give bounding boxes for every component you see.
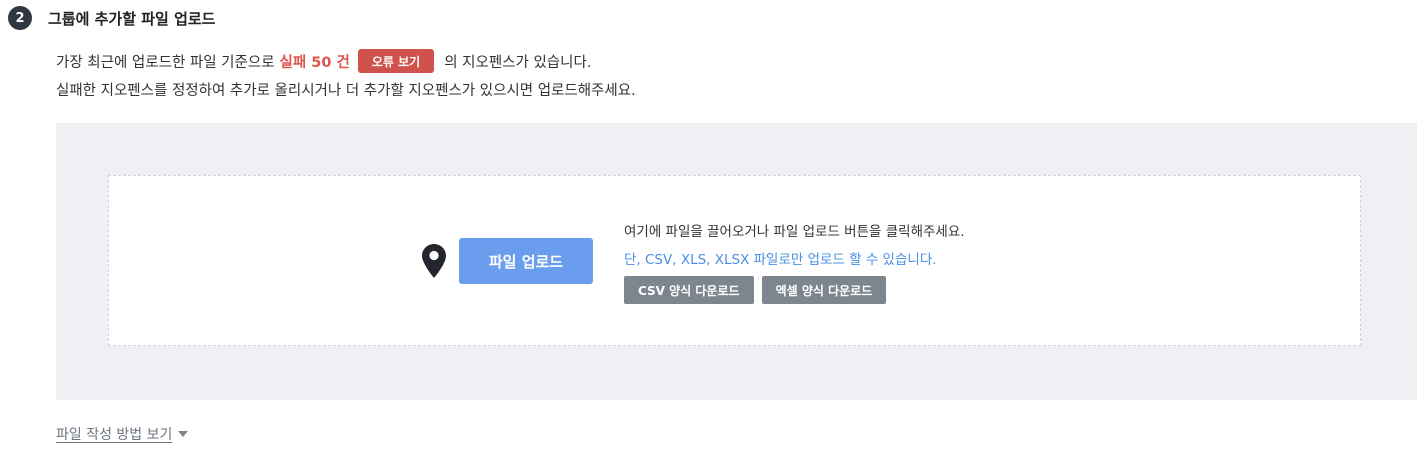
description-line-1: 가장 최근에 업로드한 파일 기준으로 실패 50 건 오류 보기 의 지오펜스… (56, 49, 591, 73)
description-suffix: 의 지오펜스가 있습니다. (444, 54, 592, 71)
step-number-badge: 2 (8, 6, 32, 30)
section-title: 그룹에 추가할 파일 업로드 (48, 9, 216, 28)
fail-count-text: 실패 50 건 (279, 54, 350, 71)
dropzone-info: 여기에 파일을 끌어오거나 파일 업로드 버튼을 클릭해주세요. 단, CSV,… (624, 220, 965, 304)
allowed-formats-note: 단, CSV, XLS, XLSX 파일로만 업로드 할 수 있습니다. (624, 252, 937, 268)
template-download-buttons: CSV 양식 다운로드 엑셀 양식 다운로드 (624, 276, 965, 304)
map-pin-icon (422, 244, 446, 278)
dropzone-hint: 여기에 파일을 끌어오거나 파일 업로드 버튼을 클릭해주세요. (624, 224, 965, 240)
file-guide-toggle[interactable]: 파일 작성 방법 보기 (56, 424, 189, 444)
section-header: 2 그룹에 추가할 파일 업로드 (8, 6, 215, 30)
csv-template-download-button[interactable]: CSV 양식 다운로드 (624, 276, 754, 304)
description-prefix: 가장 최근에 업로드한 파일 기준으로 (56, 54, 275, 71)
upload-area: 파일 업로드 여기에 파일을 끌어오거나 파일 업로드 버튼을 클릭해주세요. … (56, 123, 1417, 400)
file-dropzone[interactable]: 파일 업로드 여기에 파일을 끌어오거나 파일 업로드 버튼을 클릭해주세요. … (108, 175, 1361, 346)
file-guide-label: 파일 작성 방법 보기 (56, 427, 173, 443)
excel-template-download-button[interactable]: 엑셀 양식 다운로드 (761, 276, 887, 304)
file-upload-button[interactable]: 파일 업로드 (459, 238, 593, 284)
caret-down-icon (178, 431, 189, 437)
view-errors-button[interactable]: 오류 보기 (357, 49, 435, 73)
description-line-2: 실패한 지오펜스를 정정하여 추가로 올리시거나 더 추가할 지오펜스가 있으시… (56, 83, 636, 99)
